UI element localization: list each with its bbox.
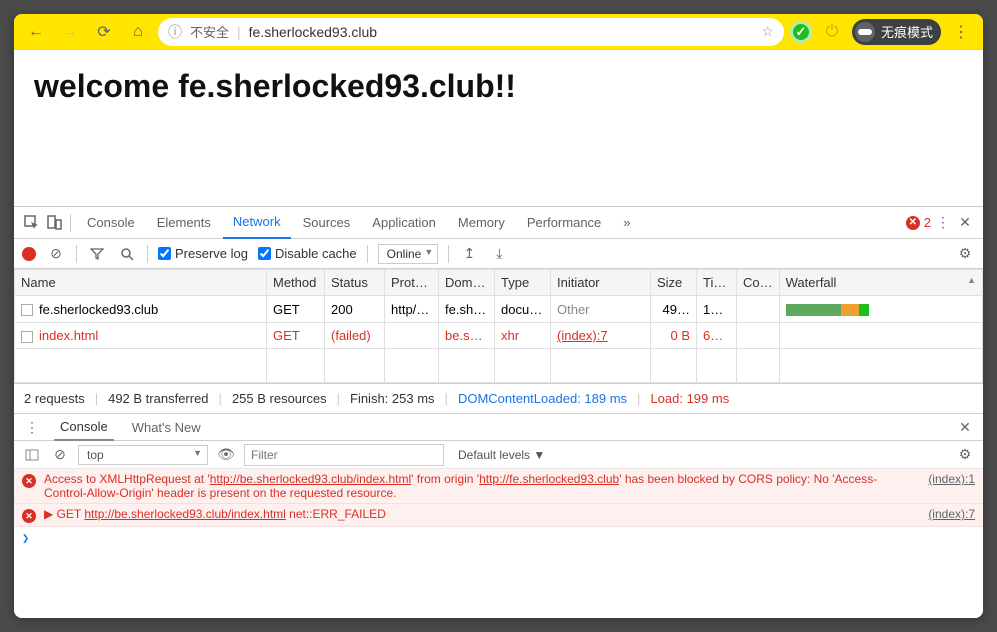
record-button[interactable] <box>22 247 36 261</box>
extension-icon[interactable]: ✓ <box>790 21 812 43</box>
error-icon: ✕ <box>906 216 920 230</box>
column-size[interactable]: Size <box>651 270 697 296</box>
search-icon[interactable] <box>117 244 137 264</box>
console-clear-icon[interactable]: ⊘ <box>50 445 70 465</box>
column-method[interactable]: Method <box>267 270 325 296</box>
devtools-tabs: ConsoleElementsNetworkSourcesApplication… <box>14 207 983 239</box>
power-icon[interactable]: ⏻ <box>818 18 846 46</box>
url-bar[interactable]: ⓘ 不安全 | fe.sherlocked93.club ☆ <box>158 18 784 46</box>
message-source[interactable]: (index):7 <box>928 507 975 523</box>
column-name[interactable]: Name <box>15 270 267 296</box>
network-footer: 2 requests| 492 B transferred| 255 B res… <box>14 383 983 413</box>
footer-requests: 2 requests <box>24 391 85 406</box>
disable-cache-checkbox[interactable]: Disable cache <box>258 246 357 261</box>
footer-transferred: 492 B transferred <box>108 391 208 406</box>
console-message[interactable]: ✕▶ GET http://be.sherlocked93.club/index… <box>14 504 983 527</box>
console-messages: ✕Access to XMLHttpRequest at 'http://be.… <box>14 469 983 618</box>
tab-elements[interactable]: Elements <box>147 207 221 239</box>
tab-more[interactable]: » <box>613 207 640 239</box>
network-toolbar: ⊘ Preserve log Disable cache Online ↥ ⤓ … <box>14 239 983 269</box>
tab-sources[interactable]: Sources <box>293 207 361 239</box>
tab-application[interactable]: Application <box>362 207 446 239</box>
drawer-tab-whatsnew[interactable]: What's New <box>126 413 207 441</box>
clear-icon[interactable]: ⊘ <box>46 244 66 264</box>
console-settings-icon[interactable]: ⚙ <box>955 445 975 465</box>
table-row <box>15 349 983 383</box>
drawer-close-icon[interactable]: ✕ <box>955 417 975 437</box>
page-heading: welcome fe.sherlocked93.club!! <box>34 68 963 105</box>
device-icon[interactable] <box>44 213 64 233</box>
info-icon: ⓘ <box>168 22 182 42</box>
column-waterfall[interactable]: Waterfall <box>779 270 982 296</box>
inspect-icon[interactable] <box>22 213 42 233</box>
browser-window: ← → ⟳ ⌂ ⓘ 不安全 | fe.sherlocked93.club ☆ ✓… <box>14 14 983 618</box>
table-row[interactable]: fe.sherlocked93.clubGET200http/…fe.sh…do… <box>15 296 983 323</box>
reload-button[interactable]: ⟳ <box>90 18 118 46</box>
error-badge[interactable]: ✕2 <box>906 215 931 230</box>
devtools-menu-icon[interactable]: ⋮ <box>933 213 953 233</box>
menu-button[interactable]: ⋮ <box>947 18 975 46</box>
console-prompt[interactable]: ❯ <box>14 527 983 549</box>
tab-console[interactable]: Console <box>77 207 145 239</box>
console-message[interactable]: ✕Access to XMLHttpRequest at 'http://be.… <box>14 469 983 504</box>
drawer-menu-icon[interactable]: ⋮ <box>22 417 42 437</box>
incognito-label: 无痕模式 <box>881 22 933 41</box>
forward-button[interactable]: → <box>56 18 84 46</box>
column-ti[interactable]: Ti… <box>697 270 737 296</box>
drawer-tab-console[interactable]: Console <box>54 413 114 441</box>
error-icon: ✕ <box>22 474 36 488</box>
incognito-icon <box>855 22 875 42</box>
footer-finish: Finish: 253 ms <box>350 391 435 406</box>
security-status: 不安全 <box>190 22 229 41</box>
preserve-log-checkbox[interactable]: Preserve log <box>158 246 248 261</box>
page-content: welcome fe.sherlocked93.club!! <box>14 50 983 206</box>
column-prot[interactable]: Prot… <box>385 270 439 296</box>
back-button[interactable]: ← <box>22 18 50 46</box>
incognito-badge: 无痕模式 <box>852 19 941 45</box>
network-table: NameMethodStatusProt…Dom…TypeInitiatorSi… <box>14 269 983 383</box>
eye-icon[interactable]: 👁 <box>216 445 236 465</box>
browser-toolbar: ← → ⟳ ⌂ ⓘ 不安全 | fe.sherlocked93.club ☆ ✓… <box>14 14 983 50</box>
devtools-close-icon[interactable]: ✕ <box>955 213 975 233</box>
console-toolbar: ⊘ top 👁 Default levels ▼ ⚙ <box>14 441 983 469</box>
devtools-panel: ConsoleElementsNetworkSourcesApplication… <box>14 206 983 618</box>
column-initiator[interactable]: Initiator <box>551 270 651 296</box>
levels-select[interactable]: Default levels ▼ <box>458 448 545 462</box>
url-text: fe.sherlocked93.club <box>249 24 377 40</box>
footer-load: Load: 199 ms <box>650 391 729 406</box>
column-type[interactable]: Type <box>495 270 551 296</box>
settings-icon[interactable]: ⚙ <box>955 244 975 264</box>
bookmark-icon[interactable]: ☆ <box>761 23 774 40</box>
download-icon[interactable]: ⤓ <box>489 244 509 264</box>
filter-icon[interactable] <box>87 244 107 264</box>
column-status[interactable]: Status <box>325 270 385 296</box>
footer-dcl: DOMContentLoaded: 189 ms <box>458 391 627 406</box>
console-sidebar-icon[interactable] <box>22 445 42 465</box>
table-row[interactable]: index.htmlGET(failed)be.s…xhr(index):70 … <box>15 323 983 349</box>
error-icon: ✕ <box>22 509 36 523</box>
message-source[interactable]: (index):1 <box>928 472 975 500</box>
tab-memory[interactable]: Memory <box>448 207 515 239</box>
console-filter-input[interactable] <box>244 444 444 466</box>
tab-network[interactable]: Network <box>223 207 291 239</box>
throttling-select[interactable]: Online <box>378 244 439 264</box>
upload-icon[interactable]: ↥ <box>459 244 479 264</box>
footer-resources: 255 B resources <box>232 391 327 406</box>
drawer-tabs: ⋮ Console What's New ✕ <box>14 413 983 441</box>
context-select[interactable]: top <box>78 445 208 465</box>
column-co[interactable]: Co… <box>737 270 780 296</box>
tab-performance[interactable]: Performance <box>517 207 611 239</box>
home-button[interactable]: ⌂ <box>124 18 152 46</box>
column-dom[interactable]: Dom… <box>439 270 495 296</box>
